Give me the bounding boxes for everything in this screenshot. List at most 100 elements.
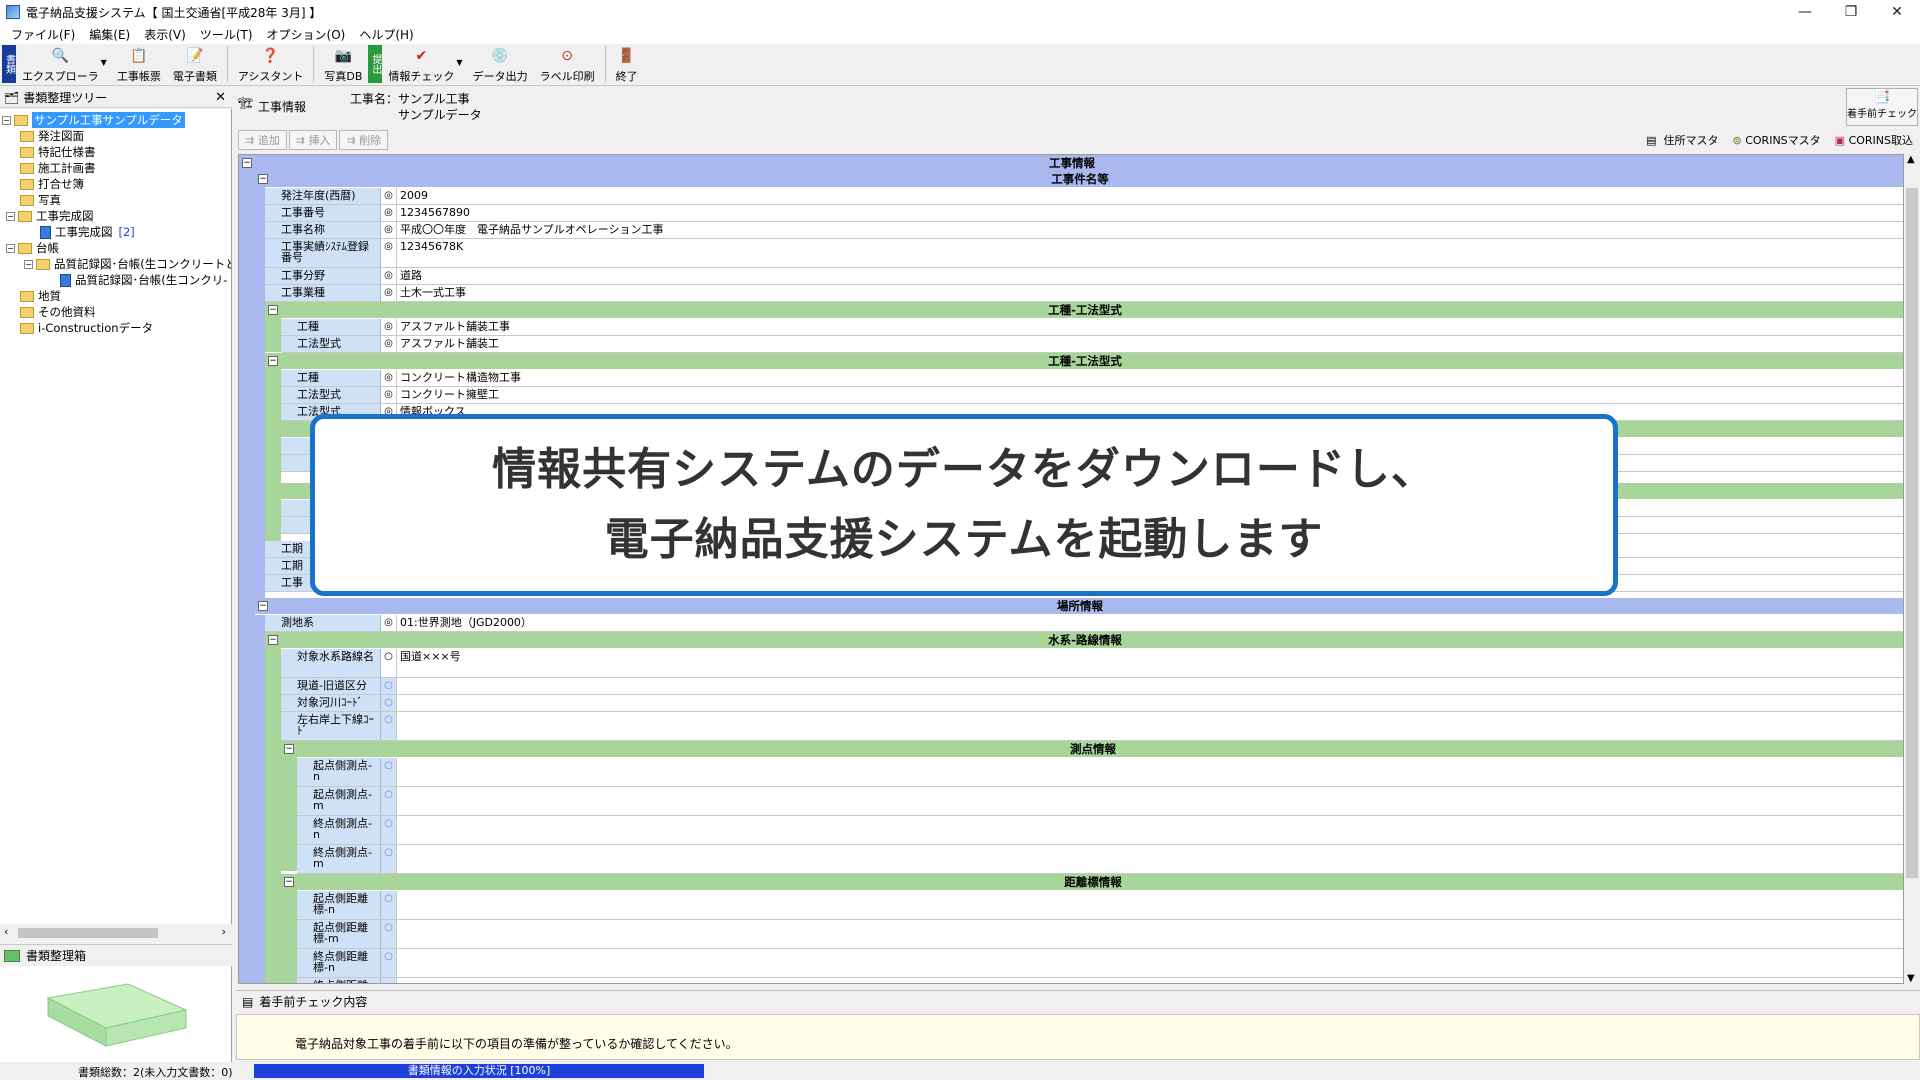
band-suikei: 水系-路線情報 [265, 632, 1903, 648]
menu-help[interactable]: ヘルプ(H) [352, 26, 420, 43]
pre-check-button[interactable]: 📑 着手前チェック [1846, 88, 1918, 126]
close-button[interactable]: ✕ [1874, 0, 1920, 24]
form-row[interactable]: 終点側測点-m ○ [297, 845, 1903, 874]
label-print-button[interactable]: ⊙ ラベル印刷 [534, 44, 601, 84]
tree-item[interactable]: 品質記録図･台帳(生コンクリ- [60, 272, 227, 288]
gutter [265, 353, 281, 573]
photo-db-button[interactable]: 📷 写真DB [318, 44, 368, 84]
tree-item[interactable]: 特記仕様書 [20, 144, 96, 160]
scroll-up-icon[interactable]: ▲ [1907, 154, 1915, 165]
explorer-dropdown-icon[interactable]: ▼ [101, 58, 107, 67]
collapse-icon[interactable]: − [6, 243, 15, 253]
address-master-button[interactable]: ▤ 住所マスタ [1639, 130, 1725, 150]
window-title: 電子納品支援システム【 国土交通省[平成28年 3月] 】 [26, 5, 322, 20]
menu-tools[interactable]: ツール(T) [193, 26, 260, 43]
collapse-icon[interactable]: − [258, 601, 268, 611]
form-row[interactable]: 起点側距離標-n ○ [297, 891, 1903, 920]
collapse-icon[interactable]: − [2, 115, 11, 125]
empty-mark-icon: ○ [381, 695, 397, 711]
collapse-icon[interactable]: − [268, 356, 278, 366]
form-row[interactable]: 工種 ◎ アスファルト舗装工事 [281, 319, 1903, 336]
form-row[interactable]: 左右岸上下線ｺｰﾄﾞ ○ [281, 712, 1903, 741]
tree-item[interactable]: 打合せ簿 [20, 176, 84, 192]
tree-icon: 🗂 [4, 90, 20, 105]
explorer-button[interactable]: 🔍 エクスプローラ [16, 44, 105, 84]
form-row[interactable]: 対象水系路線名 ○ 国道×××号 [281, 649, 1903, 678]
collapse-icon[interactable]: − [6, 211, 15, 221]
collapse-icon[interactable]: − [242, 158, 252, 168]
form-row[interactable]: 工種 ◎ コンクリート構造物工事 [281, 370, 1903, 387]
form-row[interactable]: 工法型式 ◎ アスファルト舗装工 [281, 336, 1903, 353]
tree-item[interactable]: − 工事完成図 [6, 208, 94, 224]
insert-row-button[interactable]: ⇉ 挿入 [288, 130, 338, 150]
collapse-icon[interactable]: − [258, 174, 268, 184]
tree-item-root[interactable]: − サンプル工事サンプルデータ [2, 112, 185, 128]
koji-chohyo-button[interactable]: 📋 工事帳票 [111, 44, 167, 84]
report-icon: 📋 [130, 48, 148, 64]
tab-koji-info[interactable]: 工事情報 [258, 98, 306, 115]
form-row[interactable]: 起点側測点-n ○ [297, 758, 1903, 787]
tree-item[interactable]: 施工計画書 [20, 160, 96, 176]
empty-mark-icon: ○ [381, 949, 397, 977]
menu-view[interactable]: 表示(V) [137, 26, 193, 43]
tree-horizontal-scrollbar[interactable]: ‹ › [0, 924, 232, 942]
form-row[interactable]: 工事業種 ◎ 土木一式工事 [265, 285, 1903, 302]
form-row[interactable]: 工法型式 ◎ コンクリート擁壁工 [281, 387, 1903, 404]
denshi-shorui-button[interactable]: 📝 電子書類 [167, 44, 223, 84]
collapse-icon[interactable]: − [268, 635, 278, 645]
tree-item[interactable]: − 台帳 [6, 240, 59, 256]
edocument-icon: 📝 [186, 48, 204, 64]
menu-edit[interactable]: 編集(E) [82, 26, 137, 43]
corins-import-button[interactable]: ▣ CORINS取込 [1828, 130, 1920, 150]
form-row[interactable]: 対象河川ｺｰﾄﾞ ○ [281, 695, 1903, 712]
tree-item[interactable]: i-Constructionデータ [20, 320, 153, 336]
restore-button[interactable]: ❐ [1828, 0, 1874, 24]
minimize-button[interactable]: — [1782, 0, 1828, 24]
scroll-thumb[interactable] [1906, 188, 1918, 878]
info-check-button[interactable]: ✔ 情報チェック [382, 44, 460, 84]
tree-item[interactable]: 発注図面 [20, 128, 84, 144]
tab-teishutsu[interactable]: 提出 [368, 45, 383, 83]
form-vertical-scrollbar[interactable]: ▲ ▼ [1904, 154, 1920, 984]
band-sokuten: 測点情報 [281, 741, 1903, 757]
form-row[interactable]: 測地系 ◎ 01:世界測地（JGD2000） [265, 615, 1903, 632]
exit-button[interactable]: 🚪 終了 [610, 44, 644, 84]
menu-file[interactable]: ファイル(F) [4, 26, 82, 43]
corins-master-button[interactable]: ⊜ CORINSマスタ [1726, 130, 1828, 150]
delete-row-button[interactable]: ⇉ 削除 [339, 130, 389, 150]
collapse-icon[interactable]: − [268, 305, 278, 315]
tree-item[interactable]: 写真 [20, 192, 61, 208]
form-row[interactable]: 工事名称 ◎ 平成〇〇年度 電子納品サンプルオペレーション工事 [265, 222, 1903, 239]
form-row[interactable]: 発注年度(西暦) ◎ 2009 [265, 188, 1903, 205]
tab-shorui[interactable]: 書類 [2, 45, 16, 83]
tree-item[interactable]: − 品質記録図･台帳(生コンクリートと [24, 256, 231, 272]
form-row[interactable]: 現道-旧道区分 ○ [281, 678, 1903, 695]
tree-item[interactable]: 工事完成図 [2] [40, 224, 135, 240]
add-row-button[interactable]: ⇉ 追加 [238, 130, 287, 150]
form-row[interactable]: 終点側距離標-n ○ [297, 949, 1903, 978]
scroll-right-icon[interactable]: › [222, 925, 226, 938]
tray-icon [4, 949, 20, 962]
close-icon[interactable]: ✕ [215, 90, 226, 105]
folder-icon [20, 194, 34, 206]
assistant-button[interactable]: ❓ アシスタント [232, 44, 310, 84]
menu-options[interactable]: オプション(O) [260, 26, 353, 43]
scroll-down-icon[interactable]: ▼ [1907, 973, 1915, 984]
form-row[interactable]: 起点側距離標-m ○ [297, 920, 1903, 949]
scroll-thumb[interactable] [18, 928, 158, 938]
form-row[interactable]: 工事実績ｼｽﾃﾑ登録番号 ◎ 12345678K [265, 239, 1903, 268]
info-check-dropdown-icon[interactable]: ▼ [456, 58, 462, 67]
collapse-icon[interactable]: − [24, 259, 33, 269]
form-row[interactable]: 終点側測点-n ○ [297, 816, 1903, 845]
form-row[interactable]: 工事分野 ◎ 道路 [265, 268, 1903, 285]
tree-item[interactable]: 地質 [20, 288, 61, 304]
form-row[interactable]: 終点側距離標-m [297, 978, 1903, 983]
form-row[interactable]: 工事番号 ◎ 1234567890 [265, 205, 1903, 222]
tree-item[interactable]: その他資料 [20, 304, 96, 320]
scroll-left-icon[interactable]: ‹ [4, 925, 8, 938]
collapse-icon[interactable]: − [284, 877, 294, 887]
data-output-button[interactable]: 💿 データ出力 [467, 44, 534, 84]
form-row[interactable]: 起点側測点-m ○ [297, 787, 1903, 816]
collapse-icon[interactable]: − [284, 744, 294, 754]
koji-name-line2: サンプルデータ [398, 108, 482, 122]
